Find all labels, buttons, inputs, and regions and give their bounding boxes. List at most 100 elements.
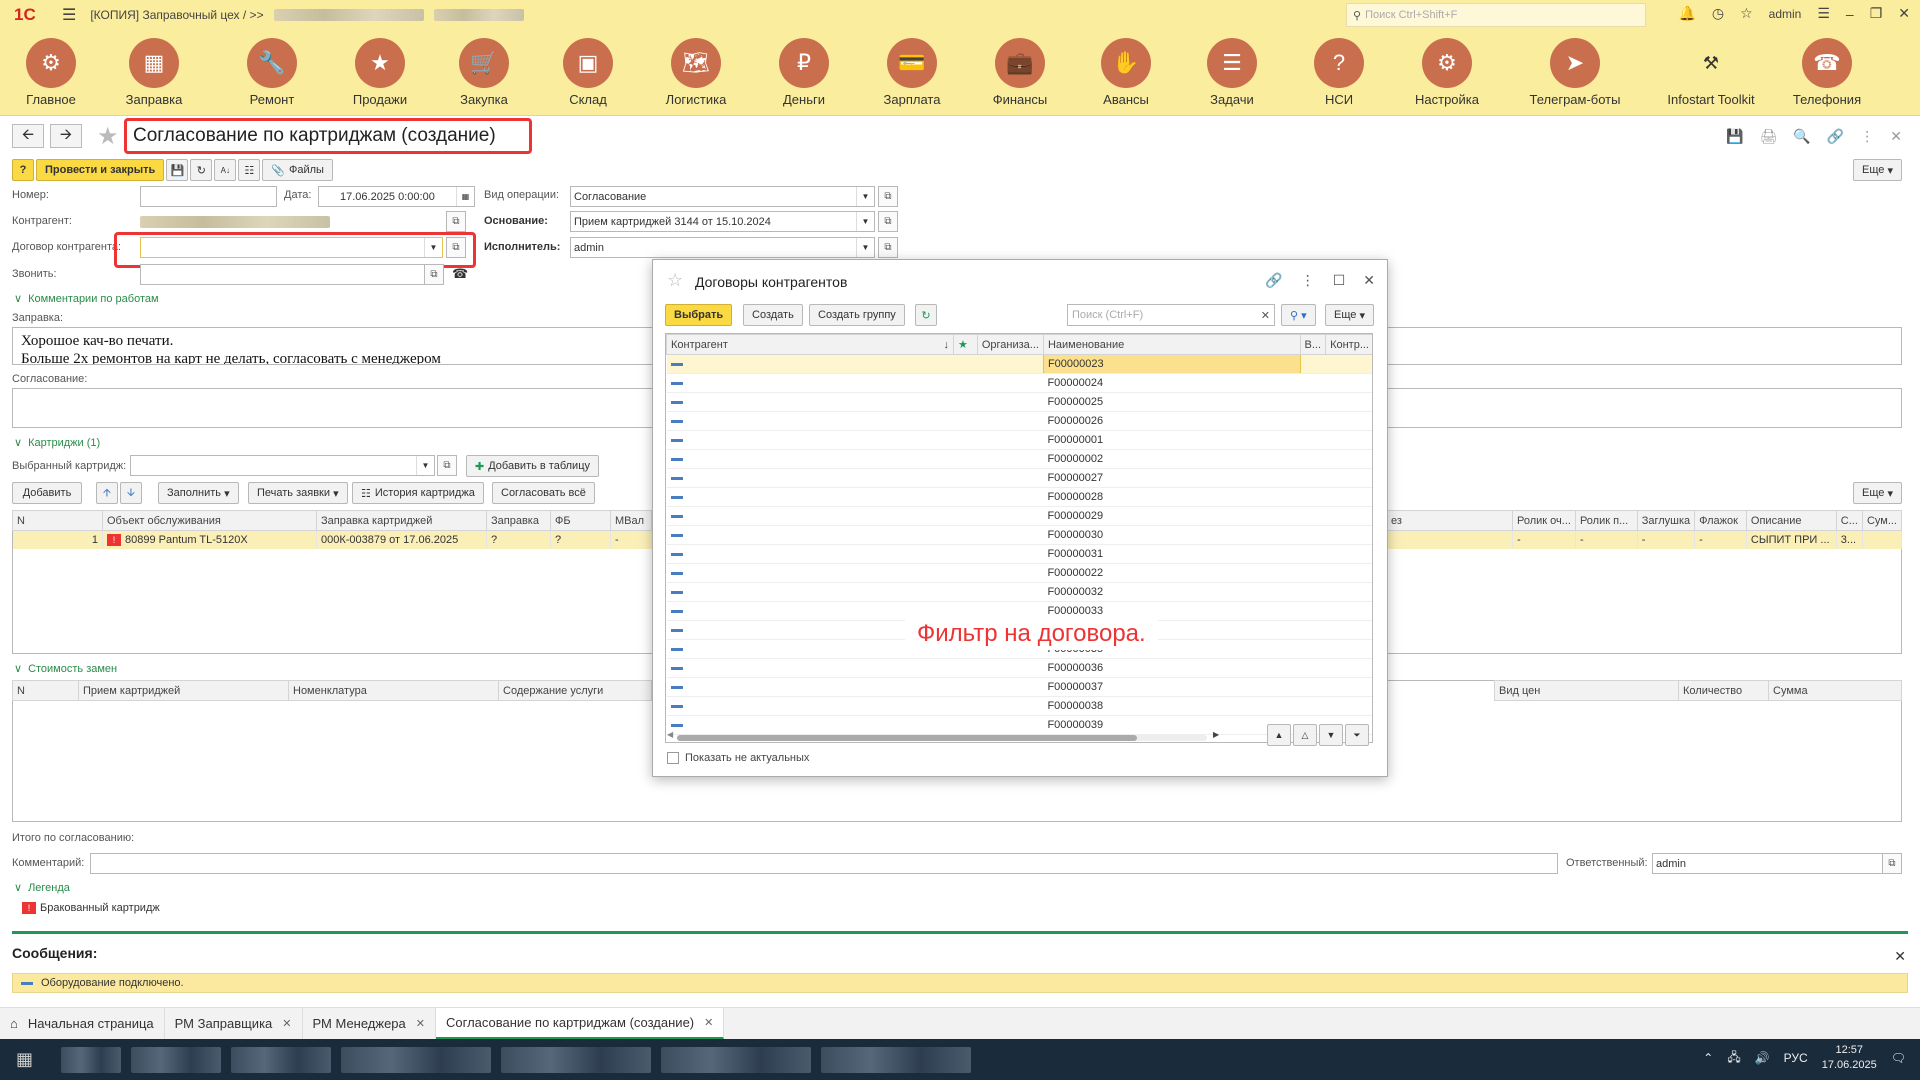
close-tab-icon[interactable]: ✕ (704, 1016, 713, 1029)
minimize-icon[interactable]: – (1846, 6, 1854, 22)
col-v[interactable]: В... (1299, 334, 1327, 355)
restore-icon[interactable]: ❐ (1870, 5, 1883, 22)
responsible-select[interactable]: admin (1652, 853, 1884, 874)
comments-group-toggle[interactable]: Комментарии по работам (14, 292, 158, 305)
refresh-button[interactable]: ↻ (190, 159, 213, 181)
cartridges-group-toggle[interactable]: Картриджи (1) (14, 436, 100, 449)
save-icon[interactable]: 💾 (1726, 128, 1743, 145)
link-icon[interactable]: 🔗 (1827, 128, 1844, 145)
move-down-button[interactable]: 🡫 (120, 482, 142, 504)
section-hand-money[interactable]: ✋ Авансы (1074, 30, 1178, 115)
chevron-down-icon[interactable]: ▼ (856, 238, 874, 257)
executor-select[interactable]: admin ▼ (570, 237, 875, 258)
add-to-table-button[interactable]: ✚ Добавить в таблицу (466, 455, 599, 477)
cartridges-more-button[interactable]: Еще ▾ (1853, 482, 1902, 504)
add-button[interactable]: Добавить (12, 482, 82, 504)
close-tab-icon[interactable]: ✕ (416, 1017, 425, 1030)
col-fb[interactable]: ФБ (550, 510, 611, 531)
table-row[interactable]: F00000025 (666, 392, 1372, 412)
table-row[interactable]: F00000037 (666, 677, 1372, 697)
taskbar-app[interactable] (501, 1046, 652, 1073)
create-group-button[interactable]: Создать группу (809, 304, 905, 326)
close-messages-icon[interactable]: ✕ (1894, 948, 1906, 965)
sort-button[interactable]: A↓ (214, 159, 237, 181)
user-name[interactable]: admin (1769, 7, 1802, 21)
table-row[interactable]: F00000036 (666, 658, 1372, 678)
comment-input[interactable] (90, 853, 1558, 874)
taskbar-app[interactable] (131, 1046, 222, 1073)
maximize-icon[interactable]: ☐ (1333, 272, 1346, 289)
tab-refiller-workplace[interactable]: РМ Заправщика ✕ (165, 1008, 303, 1039)
calendar-icon[interactable]: ▦ (456, 187, 474, 206)
table-row[interactable]: F00000031 (666, 544, 1372, 564)
open-cartridge-button[interactable]: ⧉ (437, 455, 457, 476)
horizontal-scrollbar[interactable]: ◀ ▶ (665, 730, 1235, 744)
first-page-button[interactable]: ▲ (1267, 724, 1291, 746)
tab-manager-workplace[interactable]: РМ Менеджера ✕ (303, 1008, 436, 1039)
open-responsible-button[interactable]: ⧉ (1882, 853, 1902, 874)
next-page-button[interactable]: ▼ (1319, 724, 1343, 746)
table-row[interactable]: F00000027 (666, 468, 1372, 488)
tab-home[interactable]: ⌂ Начальная страница (0, 1008, 165, 1039)
table-row[interactable]: F00000029 (666, 506, 1372, 526)
approve-all-button[interactable]: Согласовать всё (492, 482, 595, 504)
clear-icon[interactable]: ✕ (1261, 309, 1270, 322)
section-briefcase[interactable]: 💼 Финансы (966, 30, 1074, 115)
dialog-search-input[interactable]: Поиск (Ctrl+F) ✕ (1067, 304, 1275, 326)
chevron-down-icon[interactable]: ▼ (856, 212, 874, 231)
section-wrench[interactable]: 🔧 Ремонт (218, 30, 326, 115)
selected-cartridge-select[interactable]: ▼ (130, 455, 435, 476)
move-up-button[interactable]: 🡩 (96, 482, 118, 504)
col-n[interactable]: N (12, 510, 103, 531)
back-button[interactable]: 🡨 (12, 124, 44, 148)
print-icon[interactable]: 🖨 (1760, 128, 1778, 145)
col-refill[interactable]: Заправка (486, 510, 551, 531)
more-vert-icon[interactable]: ⋮ (1860, 128, 1874, 145)
bell-icon[interactable]: 🔔 (1678, 5, 1695, 22)
prev-page-button[interactable]: △ (1293, 724, 1317, 746)
link-icon[interactable]: 🔗 (1265, 272, 1282, 289)
section-boxes[interactable]: ▣ Склад (534, 30, 642, 115)
show-inactive-checkbox[interactable]: Показать не актуальных (667, 752, 809, 764)
table-row[interactable]: F00000032 (666, 582, 1372, 602)
legend-group-toggle[interactable]: Легенда (14, 881, 70, 894)
table-row[interactable]: F00000002 (666, 449, 1372, 469)
section-map[interactable]: 🗺 Логистика (642, 30, 750, 115)
col-contract[interactable]: Контр... (1325, 334, 1372, 355)
chevron-down-icon[interactable]: ▼ (856, 187, 874, 206)
col-status[interactable]: ★ (953, 334, 978, 355)
select-button[interactable]: Выбрать (665, 304, 733, 326)
refresh-button[interactable]: ↻ (915, 304, 937, 326)
number-field[interactable] (140, 186, 277, 207)
taskbar-app[interactable] (61, 1046, 122, 1073)
save-button[interactable]: 💾 (166, 159, 189, 181)
taskbar-app[interactable] (231, 1046, 332, 1073)
history-icon[interactable]: ◷ (1712, 5, 1724, 22)
table-row[interactable]: F00000001 (666, 430, 1372, 450)
close-icon[interactable]: ✕ (1363, 272, 1375, 289)
table-row[interactable]: F00000026 (666, 411, 1372, 431)
preview-icon[interactable]: 🔍 (1793, 128, 1810, 145)
open-basis-button[interactable]: ⧉ (878, 211, 898, 232)
table-row[interactable]: F00000022 (666, 563, 1372, 583)
star-icon[interactable]: ☆ (1740, 5, 1753, 22)
language-indicator[interactable]: РУС (1784, 1051, 1808, 1065)
operation-select[interactable]: Согласование ▼ (570, 186, 875, 207)
menu-icon[interactable]: ☰ (62, 5, 76, 25)
contract-select[interactable]: ▼ (140, 237, 443, 258)
message-item[interactable]: Оборудование подключено. (12, 973, 1908, 993)
chevron-down-icon[interactable]: ▼ (416, 456, 434, 475)
global-search-input[interactable]: ⚲ Поиск Ctrl+Shift+F (1346, 3, 1646, 27)
chevron-down-icon[interactable]: ▼ (424, 238, 442, 257)
table-row[interactable]: F00000030 (666, 525, 1372, 545)
call-field[interactable] (140, 264, 425, 285)
section-task-list[interactable]: ☰ Задачи (1178, 30, 1286, 115)
structure-button[interactable]: ☷ (238, 159, 261, 181)
section-sale[interactable]: ★ Продажи (326, 30, 434, 115)
table-row[interactable]: F00000038 (666, 696, 1372, 716)
taskbar-app[interactable] (341, 1046, 492, 1073)
section-money-bag[interactable]: ₽ Деньги (750, 30, 858, 115)
open-call-button[interactable]: ⧉ (424, 264, 444, 285)
1c-logo[interactable]: 1С (14, 5, 50, 25)
search-button[interactable]: ⚲ ▾ (1281, 304, 1316, 326)
